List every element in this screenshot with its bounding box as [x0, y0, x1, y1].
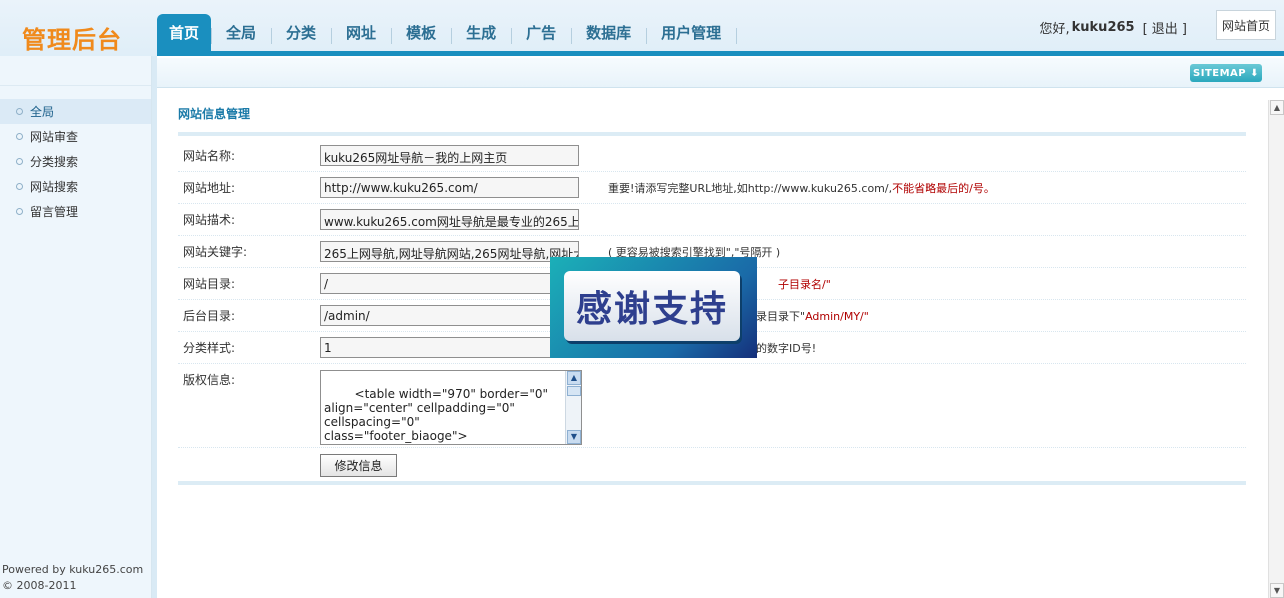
admin-dir-label: 后台目录: — [183, 309, 236, 323]
admin-dir-hint-warning: Admin/MY/" — [805, 310, 869, 323]
site-home-button[interactable]: 网站首页 — [1216, 10, 1276, 40]
sidebar-header — [0, 56, 151, 86]
logout-link[interactable]: [ 退出 ] — [1143, 18, 1187, 37]
sidebar: 全局 网站审查 分类搜索 网站搜索 留言管理 Powered by kuku26… — [0, 56, 152, 598]
section-divider-top — [178, 132, 1246, 136]
admin-window: 管理后台 首页 全局 分类 网址 模板 生成 广告 数据库 用户管理 您好, k… — [0, 0, 1284, 598]
form-row-site-desc: 网站描术: www.kuku265.com网址导航是最专业的265上 — [178, 204, 1246, 236]
page-scroll-up-icon[interactable]: ▲ — [1270, 100, 1284, 115]
scroll-up-icon[interactable]: ▲ — [567, 371, 581, 385]
sidebar-item-label: 网站审查 — [30, 130, 79, 144]
sidebar-item-category-search[interactable]: 分类搜索 — [0, 149, 151, 174]
site-dir-input[interactable]: / — [320, 273, 579, 294]
scroll-thumb[interactable] — [567, 386, 581, 396]
nav-tab-category[interactable]: 分类 — [271, 14, 331, 51]
nav-tab-users[interactable]: 用户管理 — [646, 14, 736, 51]
site-url-label: 网站地址: — [183, 181, 236, 195]
main-nav: 首页 全局 分类 网址 模板 生成 广告 数据库 用户管理 — [157, 14, 738, 51]
sitemap-button[interactable]: SITEMAP ⬇ — [1190, 64, 1262, 82]
form-row-copyright: 版权信息: <table width="970" border="0" alig… — [178, 364, 1246, 448]
sidebar-item-global[interactable]: 全局 — [0, 99, 151, 124]
form-row-site-url: 网站地址: http://www.kuku265.com/ 重要!请添写完整UR… — [178, 172, 1246, 204]
category-style-label: 分类样式: — [183, 341, 236, 355]
modify-info-button[interactable]: 修改信息 — [320, 454, 397, 477]
sidebar-item-site-search[interactable]: 网站搜索 — [0, 174, 151, 199]
thanks-banner: 感谢支持 — [550, 257, 757, 358]
bullet-icon — [16, 183, 23, 190]
category-style-hint: 的数字ID号! — [756, 342, 817, 355]
textarea-scrollbar[interactable]: ▲ ▼ — [565, 371, 581, 444]
form-row-submit: 修改信息 — [178, 448, 1246, 481]
nav-tab-generate[interactable]: 生成 — [451, 14, 511, 51]
copyright-textarea[interactable]: <table width="970" border="0" align="cen… — [320, 370, 582, 445]
section-divider-bottom — [178, 481, 1246, 485]
sidebar-menu: 全局 网站审查 分类搜索 网站搜索 留言管理 — [0, 99, 151, 224]
page-scroll-down-icon[interactable]: ▼ — [1270, 583, 1284, 598]
sub-toolbar: SITEMAP ⬇ — [157, 58, 1284, 88]
header-divider — [157, 51, 1284, 56]
sidebar-footer: Powered by kuku265.com © 2008-2011 — [2, 562, 143, 594]
site-url-hint: 重要!请添写完整URL地址,如http://www.kuku265.com/,不… — [608, 180, 995, 196]
nav-tab-templates[interactable]: 模板 — [391, 14, 451, 51]
nav-tab-ads[interactable]: 广告 — [511, 14, 571, 51]
powered-by-text: Powered by kuku265.com — [2, 563, 144, 576]
site-dir-hint: 子目录名/" — [778, 276, 831, 292]
sidebar-item-site-review[interactable]: 网站审查 — [0, 124, 151, 149]
site-desc-input[interactable]: www.kuku265.com网址导航是最专业的265上 — [320, 209, 579, 230]
nav-tab-database[interactable]: 数据库 — [571, 14, 646, 51]
username: kuku265 — [1071, 20, 1135, 35]
sidebar-item-label: 留言管理 — [30, 205, 79, 219]
greeting-text: 您好, — [1039, 22, 1070, 37]
nav-divider — [736, 28, 738, 44]
bullet-icon — [16, 133, 23, 140]
copyright-text: © 2008-2011 — [2, 579, 77, 592]
site-name-label: 网站名称: — [183, 149, 236, 163]
site-dir-label: 网站目录: — [183, 277, 236, 291]
bullet-icon — [16, 108, 23, 115]
user-info: 您好, kuku265 [ 退出 ] — [1040, 18, 1188, 37]
copyright-label: 版权信息: — [183, 373, 236, 387]
category-style-input[interactable]: 1 — [320, 337, 579, 358]
sidebar-item-label: 全局 — [30, 105, 55, 119]
thanks-banner-text: 感谢支持 — [564, 271, 740, 341]
bullet-icon — [16, 208, 23, 215]
nav-tab-sites[interactable]: 网址 — [331, 14, 391, 51]
sidebar-splitter[interactable] — [152, 56, 157, 598]
sidebar-item-label: 网站搜索 — [30, 180, 79, 194]
section-title: 网站信息管理 — [178, 107, 251, 121]
nav-tab-home[interactable]: 首页 — [157, 14, 212, 51]
page-scrollbar[interactable]: ▲ ▼ — [1268, 100, 1284, 598]
admin-dir-input[interactable]: /admin/ — [320, 305, 579, 326]
site-url-hint-text: 重要!请添写完整URL地址,如http://www.kuku265.com/, — [608, 182, 893, 195]
scroll-down-icon[interactable]: ▼ — [567, 430, 581, 444]
logo: 管理后台 — [22, 26, 122, 54]
admin-dir-hint: 录目录下"Admin/MY/" — [756, 308, 869, 324]
form-row-site-name: 网站名称: kuku265网址导航－我的上网主页 — [178, 140, 1246, 172]
admin-dir-hint-text: 录目录下" — [756, 310, 806, 323]
nav-tab-global[interactable]: 全局 — [211, 14, 271, 51]
site-url-hint-warning: 不能省略最后的/号。 — [892, 182, 995, 195]
header: 管理后台 首页 全局 分类 网址 模板 生成 广告 数据库 用户管理 您好, k… — [0, 0, 1284, 56]
site-dir-hint-warning: 子目录名/" — [778, 278, 831, 291]
site-keywords-input[interactable]: 265上网导航,网址导航网站,265网址导航,网址大 — [320, 241, 579, 262]
bullet-icon — [16, 158, 23, 165]
sidebar-item-messages[interactable]: 留言管理 — [0, 199, 151, 224]
site-keywords-label: 网站关键字: — [183, 245, 248, 259]
site-desc-label: 网站描术: — [183, 213, 236, 227]
site-name-input[interactable]: kuku265网址导航－我的上网主页 — [320, 145, 579, 166]
site-url-input[interactable]: http://www.kuku265.com/ — [320, 177, 579, 198]
copyright-textarea-content: <table width="970" border="0" align="cen… — [324, 387, 549, 444]
sidebar-item-label: 分类搜索 — [30, 155, 79, 169]
